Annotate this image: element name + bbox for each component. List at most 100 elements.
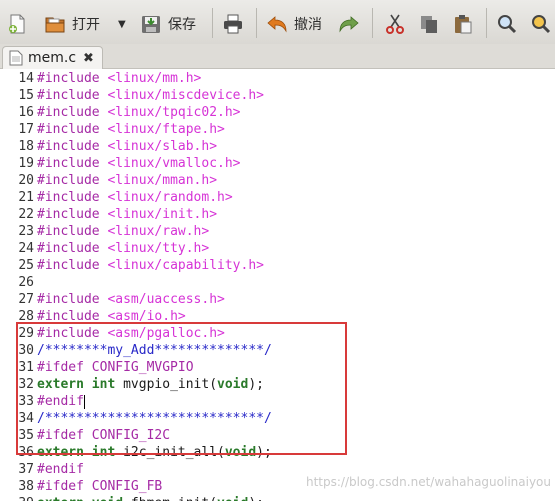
code-text: #include <asm/uaccess.h> — [37, 292, 225, 307]
dropdown-arrow-icon: ▼ — [118, 18, 126, 30]
code-line[interactable]: 38 #ifdef CONFIG_FB — [0, 478, 162, 495]
scissors-icon — [384, 13, 406, 35]
code-line[interactable]: 23 #include <linux/raw.h> — [0, 223, 209, 240]
code-line[interactable]: 37 #endif — [0, 461, 84, 478]
find-replace-button[interactable] — [530, 10, 552, 38]
line-number: 25 — [18, 258, 34, 273]
tab-close-icon[interactable]: ✖ — [83, 51, 94, 66]
copy-button[interactable] — [418, 10, 440, 38]
code-token: #include — [37, 207, 108, 222]
code-line[interactable]: 25 #include <linux/capability.h> — [0, 257, 264, 274]
toolbar: 打开 ▼ 保存 撤消 — [0, 0, 555, 45]
line-number: 21 — [18, 190, 34, 205]
code-token: void — [217, 496, 248, 501]
code-token: #include — [37, 258, 108, 273]
open-folder-icon — [44, 13, 66, 35]
line-number: 22 — [18, 207, 34, 222]
line-number: 20 — [18, 173, 34, 188]
new-file-button[interactable] — [6, 10, 28, 38]
code-token: <linux/tpqic02.h> — [107, 105, 241, 120]
code-text: #include <linux/init.h> — [37, 207, 217, 222]
code-token: #include — [37, 241, 108, 256]
code-token: fbmem_init( — [123, 496, 217, 501]
print-button[interactable] — [222, 10, 244, 38]
code-text: #include <linux/miscdevice.h> — [37, 88, 264, 103]
code-line[interactable]: 39extern void fbmem_init(void); — [0, 495, 264, 501]
code-token: <linux/capability.h> — [107, 258, 264, 273]
line-number: 17 — [18, 122, 34, 137]
code-token: extern — [37, 496, 84, 501]
open-label: 打开 — [72, 17, 100, 33]
code-token: #ifdef CONFIG_FB — [37, 479, 163, 494]
code-line[interactable]: 16 #include <linux/tpqic02.h> — [0, 104, 241, 121]
redo-arrow-icon — [338, 13, 360, 35]
code-token: #include — [37, 156, 108, 171]
code-text: #include <linux/ftape.h> — [37, 122, 225, 137]
code-line[interactable]: 18 #include <linux/slab.h> — [0, 138, 217, 155]
code-text: #include <linux/tpqic02.h> — [37, 105, 241, 120]
paste-button[interactable] — [452, 10, 474, 38]
code-line[interactable]: 22 #include <linux/init.h> — [0, 206, 217, 223]
code-token: <asm/uaccess.h> — [107, 292, 225, 307]
line-number: 27 — [18, 292, 34, 307]
code-line[interactable]: 19 #include <linux/vmalloc.h> — [0, 155, 241, 172]
undo-arrow-icon — [266, 13, 288, 35]
text-file-icon — [9, 50, 23, 66]
line-number: 15 — [18, 88, 34, 103]
line-number: 38 — [18, 479, 34, 494]
code-token: #include — [37, 139, 108, 154]
code-line[interactable]: 27 #include <asm/uaccess.h> — [0, 291, 225, 308]
code-token: #include — [37, 88, 108, 103]
code-text: #include <linux/vmalloc.h> — [37, 156, 241, 171]
code-token: <linux/slab.h> — [107, 139, 218, 154]
search-icon — [496, 13, 518, 35]
code-token: <linux/miscdevice.h> — [107, 88, 264, 103]
copy-icon — [418, 13, 440, 35]
line-number: 16 — [18, 105, 34, 120]
undo-button[interactable]: 撤消 — [266, 10, 322, 38]
code-line[interactable]: 24 #include <linux/tty.h> — [0, 240, 209, 257]
code-line[interactable]: 17 #include <linux/ftape.h> — [0, 121, 225, 138]
toolbar-separator — [256, 8, 257, 38]
code-text: #ifdef CONFIG_FB — [37, 479, 162, 494]
redo-button[interactable] — [338, 10, 360, 38]
open-recent-dropdown[interactable]: ▼ — [118, 10, 126, 38]
open-button[interactable]: 打开 — [44, 10, 100, 38]
code-line[interactable]: 21 #include <linux/random.h> — [0, 189, 233, 206]
code-token: #include — [37, 122, 108, 137]
line-number: 39 — [0, 495, 34, 501]
line-number: 19 — [18, 156, 34, 171]
code-token: #endif — [37, 462, 84, 477]
line-number: 37 — [18, 462, 34, 477]
code-text: #include <linux/slab.h> — [37, 139, 217, 154]
code-token: #include — [37, 224, 108, 239]
code-text: extern void fbmem_init(void); — [37, 496, 264, 501]
toolbar-separator — [212, 8, 213, 38]
code-line[interactable]: 20 #include <linux/mman.h> — [0, 172, 217, 189]
code-text: #include <linux/capability.h> — [37, 258, 264, 273]
find-button[interactable] — [496, 10, 518, 38]
code-token: <linux/vmalloc.h> — [107, 156, 241, 171]
tab-filename: mem.c — [28, 50, 77, 66]
save-label: 保存 — [168, 17, 196, 33]
code-text: #include <linux/tty.h> — [37, 241, 209, 256]
code-line[interactable]: 14 #include <linux/mm.h> — [0, 70, 201, 87]
code-token: <linux/mman.h> — [107, 173, 218, 188]
line-number: 26 — [18, 275, 34, 290]
code-text: #include <linux/mman.h> — [37, 173, 217, 188]
code-line[interactable]: 15 #include <linux/miscdevice.h> — [0, 87, 264, 104]
save-button[interactable]: 保存 — [140, 10, 196, 38]
cut-button[interactable] — [384, 10, 406, 38]
print-icon — [222, 13, 244, 35]
tab-bar: mem.c ✖ — [0, 44, 555, 69]
toolbar-separator — [486, 8, 487, 38]
code-token: <linux/mm.h> — [107, 71, 202, 86]
new-file-icon — [6, 13, 28, 35]
code-token: #include — [37, 71, 108, 86]
code-line[interactable]: 26 — [0, 274, 37, 291]
code-text: #include <linux/random.h> — [37, 190, 233, 205]
code-token: void — [92, 496, 123, 501]
tab-mem-c[interactable]: mem.c ✖ — [2, 46, 103, 69]
undo-label: 撤消 — [294, 17, 322, 33]
code-token: <linux/init.h> — [107, 207, 218, 222]
